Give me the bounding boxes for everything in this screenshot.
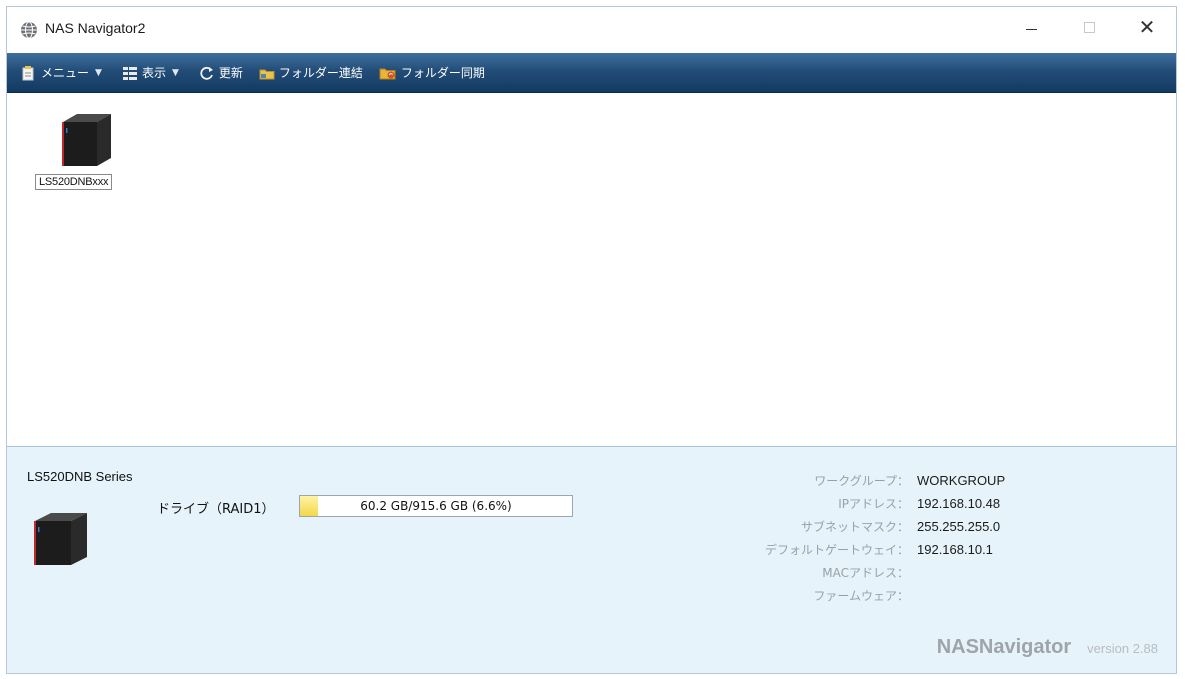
nas-device-icon (34, 513, 87, 565)
info-label: ワークグループ： (814, 474, 909, 488)
app-globe-icon (21, 21, 37, 39)
info-label: サブネットマスク： (800, 520, 909, 534)
folder-sync-label: フォルダー同期 (400, 66, 485, 80)
brand-name: NASNavigator (936, 636, 1072, 658)
device-name[interactable]: LS520DNBxxx (35, 174, 113, 190)
maximize-button[interactable] (1060, 7, 1118, 47)
info-label: IPアドレス： (838, 497, 909, 511)
minimize-icon (1025, 28, 1037, 30)
nas-device-icon (62, 114, 111, 166)
toolbar: メニュー ▼ 表示 ▼ 更新 フォルダー連結 フォルダー同期 (7, 53, 1176, 93)
device-item[interactable]: LS520DNBxxx (31, 102, 141, 192)
info-row-firmware: ファームウェア： (737, 584, 1157, 607)
series-name: LS520DNB Series (27, 469, 133, 484)
menu-label: メニュー (41, 66, 90, 80)
info-row-mac: MACアドレス： (737, 561, 1157, 584)
menu-button[interactable]: メニュー ▼ (15, 59, 112, 87)
app-window: NAS Navigator2 ✕ メニュー ▼ 表示 ▼ 更新 フォルダー連結 … (6, 6, 1177, 674)
view-button[interactable]: 表示 ▼ (116, 59, 189, 87)
network-info: ワークグループ： WORKGROUP IPアドレス： 192.168.10.48… (737, 469, 1157, 607)
drive-usage-bar: 60.2 GB/915.6 GB (6.6%) (299, 495, 573, 517)
device-list[interactable]: LS520DNBxxx (7, 94, 1176, 447)
view-icon (122, 66, 137, 80)
title-bar[interactable]: NAS Navigator2 ✕ (7, 7, 1176, 53)
info-value: 192.168.10.1 (917, 542, 993, 557)
menu-icon (22, 65, 34, 80)
brand-logo: NASNavigator version 2.88 (937, 636, 1158, 659)
close-button[interactable]: ✕ (1118, 7, 1176, 47)
folder-sync-button[interactable]: フォルダー同期 (373, 59, 491, 87)
refresh-button[interactable]: 更新 (193, 59, 249, 87)
folder-link-icon (259, 69, 275, 79)
chevron-down-icon: ▼ (95, 67, 102, 78)
drive-label: ドライブ（RAID1） (157, 502, 275, 517)
detail-panel: LS520DNB Series ドライブ（RAID1） 60.2 GB/915.… (7, 447, 1176, 673)
folder-link-label: フォルダー連結 (278, 66, 363, 80)
chevron-down-icon: ▼ (171, 67, 179, 78)
refresh-label: 更新 (218, 66, 243, 80)
folder-link-button[interactable]: フォルダー連結 (253, 59, 369, 87)
info-row-gateway: デフォルトゲートウェイ： 192.168.10.1 (737, 538, 1157, 561)
close-icon: ✕ (1138, 15, 1156, 39)
info-value: 192.168.10.48 (917, 496, 1001, 511)
info-label: ファームウェア： (813, 589, 909, 603)
refresh-icon (200, 66, 213, 80)
info-value: WORKGROUP (917, 473, 1006, 488)
info-row-subnet: サブネットマスク： 255.255.255.0 (737, 515, 1157, 538)
info-row-ip: IPアドレス： 192.168.10.48 (737, 492, 1157, 515)
view-label: 表示 (141, 66, 166, 80)
version-text: version 2.88 (1087, 641, 1158, 656)
maximize-icon (1083, 21, 1095, 33)
info-label: MACアドレス： (822, 566, 909, 580)
drive-usage-text: 60.2 GB/915.6 GB (6.6%) (360, 499, 512, 513)
window-title: NAS Navigator2 (45, 20, 146, 36)
info-label: デフォルトゲートウェイ： (764, 543, 909, 557)
info-row-workgroup: ワークグループ： WORKGROUP (737, 469, 1157, 492)
minimize-button[interactable] (1002, 7, 1060, 47)
folder-sync-icon (379, 68, 396, 79)
info-value: 255.255.255.0 (917, 519, 1001, 534)
